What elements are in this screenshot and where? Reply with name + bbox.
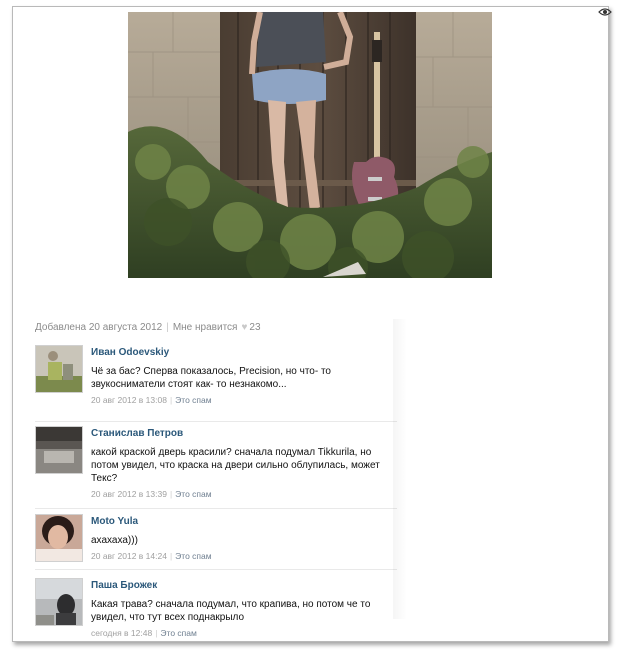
avatar[interactable]: [35, 578, 83, 626]
avatar[interactable]: [35, 426, 83, 474]
avatar[interactable]: [35, 514, 83, 562]
spam-link[interactable]: Это спам: [175, 395, 211, 405]
comment-text-line: звукосниматели стоят как- то незнакомо..…: [91, 379, 287, 390]
photo-illustration: [128, 12, 492, 278]
comment-body: Паша Брожек Какая трава? сначала подумал…: [91, 580, 391, 638]
comment-text-line: какой краской дверь красили? сначала под…: [91, 447, 372, 458]
comment-author[interactable]: Паша Брожек: [91, 580, 391, 591]
comment-meta: 20 авг 2012 в 13:08 | Это спам: [91, 395, 391, 405]
like-count: 23: [249, 322, 261, 333]
eye-icon-glyph: [598, 8, 612, 16]
meta-separator: |: [169, 395, 173, 405]
meta-separator: |: [166, 322, 169, 333]
comment-item: Moto Yula ахахаха))) 20 авг 2012 в 14:24…: [35, 514, 397, 570]
comment-meta: 20 авг 2012 в 14:24 | Это спам: [91, 551, 391, 561]
heart-icon[interactable]: ♥: [241, 322, 247, 333]
post-date: Добавлена 20 августа 2012: [35, 322, 163, 333]
comments-column-shadow: [393, 319, 407, 619]
comment-item: Паша Брожек Какая трава? сначала подумал…: [35, 578, 397, 638]
avatar-image: [36, 579, 82, 625]
comment-text: Какая трава? сначала подумал, что крапив…: [91, 598, 391, 624]
meta-separator: |: [169, 489, 173, 499]
avatar[interactable]: [35, 345, 83, 393]
avatar-image: [36, 346, 82, 392]
comment-date[interactable]: сегодня в 12:48: [91, 628, 152, 638]
avatar-image: [36, 515, 82, 561]
comment-item: Иван Odoevskiy Чё за бас? Сперва показал…: [35, 345, 397, 422]
spam-link[interactable]: Это спам: [175, 551, 211, 561]
avatar-image: [36, 427, 82, 473]
spam-link[interactable]: Это спам: [160, 628, 196, 638]
post-meta: Добавлена 20 августа 2012 | Мне нравится ♥ 2…: [35, 322, 261, 333]
comment-date[interactable]: 20 авг 2012 в 13:08: [91, 395, 167, 405]
meta-separator: |: [169, 551, 173, 561]
comment-text: какой краской дверь красили? сначала под…: [91, 446, 391, 485]
eye-icon: [598, 6, 612, 20]
comment-text-line: Текс?: [91, 473, 118, 484]
comment-meta: 20 авг 2012 в 13:39 | Это спам: [91, 489, 391, 499]
comment-meta: сегодня в 12:48 | Это спам: [91, 628, 391, 638]
comment-text-line: потом увидел, что краска на двери сильно…: [91, 460, 380, 471]
comment-author[interactable]: Иван Odoevskiy: [91, 347, 391, 358]
comment-item: Станислав Петров какой краской дверь кра…: [35, 426, 397, 509]
comment-text-line: Чё за бас? Сперва показалось, Precision,…: [91, 366, 331, 377]
comment-text-line: ахахаха))): [91, 535, 138, 546]
comment-body: Станислав Петров какой краской дверь кра…: [91, 428, 391, 499]
spam-link[interactable]: Это спам: [175, 489, 211, 499]
comment-text-line: Какая трава? сначала подумал, что крапив…: [91, 599, 371, 610]
comment-body: Иван Odoevskiy Чё за бас? Сперва показал…: [91, 347, 391, 405]
comment-text-line: увидел, что тут всех поднакрыло: [91, 612, 245, 623]
comment-author[interactable]: Станислав Петров: [91, 428, 391, 439]
comment-author[interactable]: Moto Yula: [91, 516, 391, 527]
comment-body: Moto Yula ахахаха))) 20 авг 2012 в 14:24…: [91, 516, 391, 561]
meta-separator: |: [155, 628, 158, 638]
post-frame: Добавлена 20 августа 2012 | Мне нравится ♥ 2…: [12, 6, 609, 642]
comment-text: Чё за бас? Сперва показалось, Precision,…: [91, 365, 391, 391]
comment-date[interactable]: 20 авг 2012 в 14:24: [91, 551, 167, 561]
comment-date[interactable]: 20 авг 2012 в 13:39: [91, 489, 167, 499]
comment-text: ахахаха))): [91, 534, 391, 547]
like-button[interactable]: Мне нравится: [173, 322, 238, 333]
post-photo[interactable]: [128, 12, 492, 278]
